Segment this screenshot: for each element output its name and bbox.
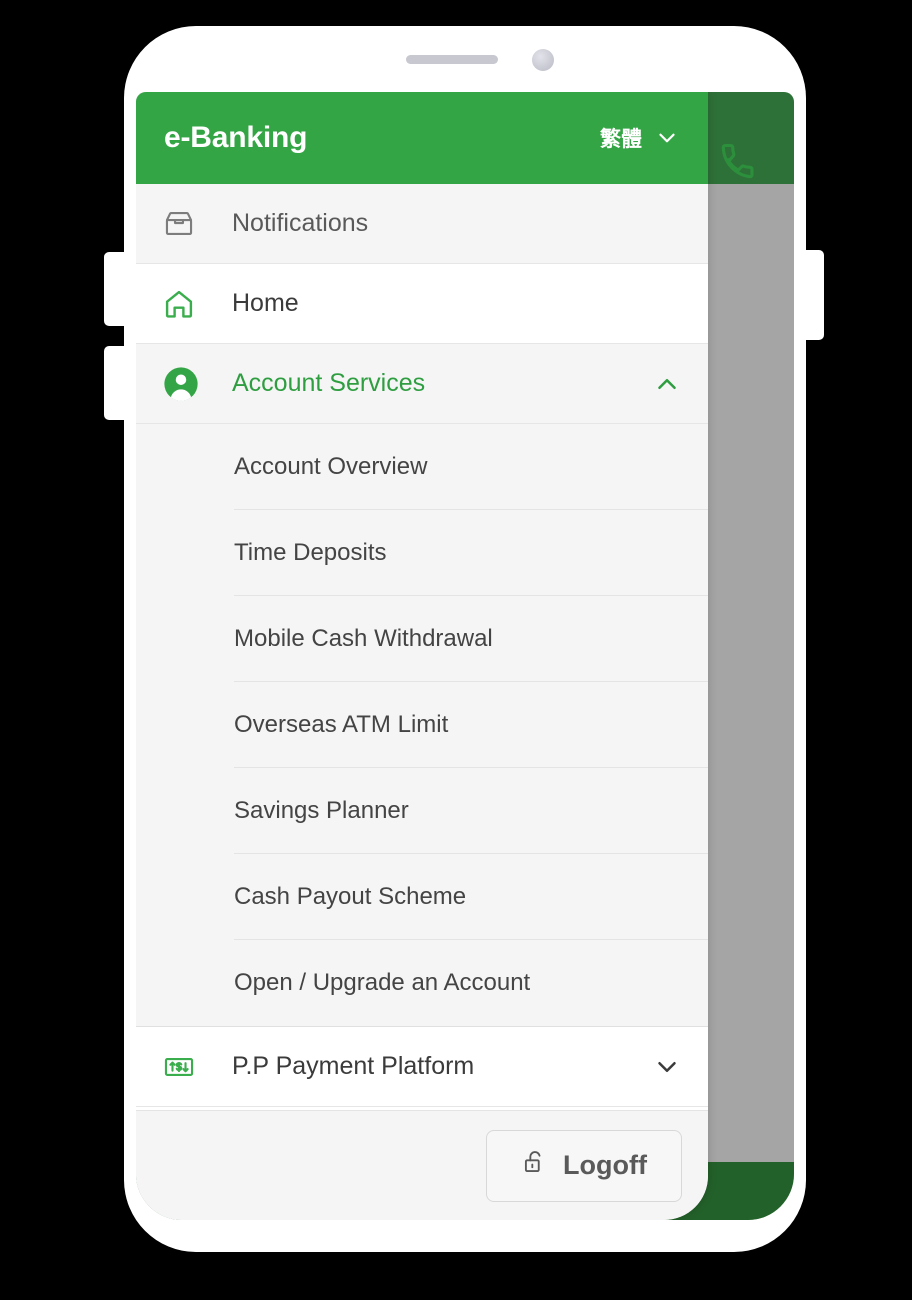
drawer-header: e-Banking 繁體 [136, 92, 708, 184]
volume-up-button[interactable] [104, 252, 128, 326]
inbox-icon [162, 207, 208, 241]
language-label: 繁體 [600, 128, 642, 151]
phone-icon[interactable] [716, 140, 760, 184]
drawer-menu-list[interactable]: Notifications Home Account Services Acco… [136, 184, 708, 1110]
nav-item-account-services[interactable]: Account Services [136, 344, 708, 424]
submenu-item[interactable]: Savings Planner [234, 768, 708, 854]
home-icon [162, 287, 208, 321]
chevron-down-icon[interactable] [652, 1052, 682, 1082]
language-selector[interactable]: 繁體 [600, 123, 680, 153]
account-avatar-svg [164, 366, 198, 401]
submenu-item[interactable]: Cash Payout Scheme [234, 854, 708, 940]
logoff-label: Logoff [563, 1150, 647, 1180]
nav-item-home[interactable]: Home [136, 264, 708, 344]
submenu-item[interactable]: Overseas ATM Limit [234, 682, 708, 768]
nav-item-notifications[interactable]: Notifications [136, 184, 708, 264]
power-button[interactable] [802, 250, 824, 340]
chevron-down-icon [659, 133, 675, 143]
navigation-drawer: e-Banking 繁體 Notifications Home Account … [136, 92, 708, 1220]
speaker-grille-icon [406, 55, 498, 64]
money-transfer-icon [162, 1050, 208, 1084]
submenu-item[interactable]: Time Deposits [234, 510, 708, 596]
phone-screen: e-Banking 繁體 Notifications Home Account … [136, 92, 794, 1220]
chevron-up-icon[interactable] [652, 369, 682, 399]
submenu-item[interactable]: Mobile Cash Withdrawal [234, 596, 708, 682]
front-camera-icon [532, 49, 554, 71]
drawer-footer: Logoff [136, 1110, 708, 1220]
nav-item-label: Notifications [232, 209, 369, 237]
nav-item-label: Account Services [232, 369, 426, 397]
submenu-account-services: Account Overview Time Deposits Mobile Ca… [136, 424, 708, 1027]
submenu-item[interactable]: Open / Upgrade an Account [234, 940, 708, 1026]
app-brand-title: e-Banking [164, 121, 308, 154]
nav-item-label: P.P Payment Platform [232, 1052, 475, 1080]
unlock-icon [521, 1148, 549, 1183]
logoff-button[interactable]: Logoff [486, 1129, 682, 1202]
submenu-item[interactable]: Account Overview [234, 424, 708, 510]
screenshot-stage: e-Banking 繁體 Notifications Home Account … [0, 0, 912, 1300]
nav-item-pp-payment-platform[interactable]: P.P Payment Platform [136, 1027, 708, 1107]
account-avatar-icon [162, 365, 208, 403]
volume-down-button[interactable] [104, 346, 128, 420]
nav-item-label: Home [232, 289, 299, 317]
